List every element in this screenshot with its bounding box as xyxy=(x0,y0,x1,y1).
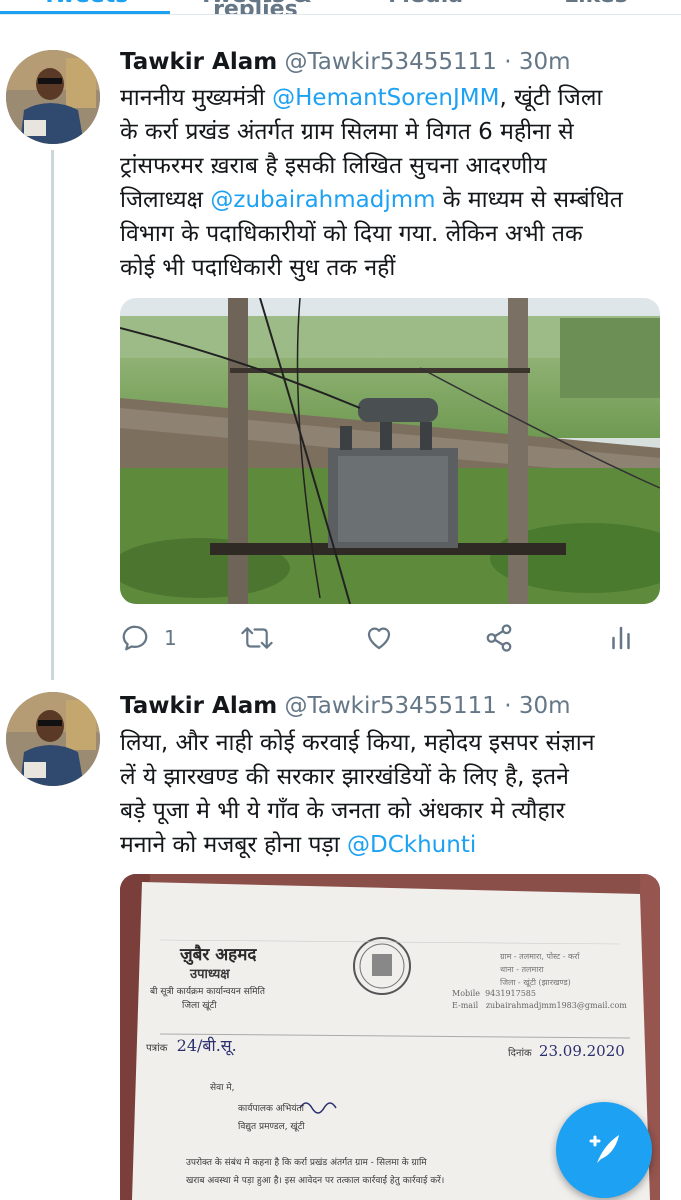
analytics-button[interactable] xyxy=(608,612,634,664)
retweet-icon xyxy=(240,623,274,653)
tab-tweets-and-replies[interactable]: Tweets & replies xyxy=(170,0,340,14)
tweet-line: ट्रांसफरमर ख़राब है इसकी लिखित सुचना आदर… xyxy=(120,153,547,179)
letter-sender-name: ज़ुबैर अहमद xyxy=(180,945,257,965)
tweet-time[interactable]: 30m xyxy=(519,49,571,75)
tweet-photo-transformer[interactable] xyxy=(120,298,660,604)
reply-count: 1 xyxy=(164,626,177,650)
avatar-photo xyxy=(6,50,100,144)
letter-ref: पत्रांक 24/बी.सू. xyxy=(146,1036,237,1055)
letter-address: ग्राम - तलमारा, पोस्ट - कर्रा थाना - तलम… xyxy=(500,952,580,987)
share-icon xyxy=(484,623,514,653)
letter-recipient: कार्यपालक अभियंता विद्युत प्रमण्डल, खूंट… xyxy=(238,1104,305,1132)
avatar-photo xyxy=(6,692,100,786)
letter-sender-district: जिला खूंटी xyxy=(182,1001,217,1011)
tweet-header: Tawkir Alam @Tawkir53455111 · 30m xyxy=(120,691,571,721)
tweet-line: लिया, और नाही कोई करवाई किया, महोदय इसपर… xyxy=(120,730,595,756)
compose-tweet-icon xyxy=(581,1125,627,1175)
letter-salutation: सेवा मे, xyxy=(210,1083,235,1093)
tweet-action-bar: 1 xyxy=(120,612,660,664)
dot-separator: · xyxy=(504,49,512,75)
profile-tabs: Tweets Tweets & replies Media Likes xyxy=(0,0,681,15)
author-name[interactable]: Tawkir Alam xyxy=(120,49,277,75)
mention-link[interactable]: @DCkhunti xyxy=(347,832,476,858)
tweet-line: बड़े पूजा मे भी ये गाँव के जनता को अंधका… xyxy=(120,798,566,824)
tab-media[interactable]: Media xyxy=(341,0,511,14)
tweet-text: लिया, और नाही कोई करवाई किया, महोदय इसपर… xyxy=(120,726,665,862)
tweet-line: लें ये झारखण्ड की सरकार झारखंडियों के लि… xyxy=(120,764,569,790)
thread-connector-line xyxy=(51,150,54,680)
author-handle[interactable]: @Tawkir53455111 xyxy=(285,49,497,75)
author-handle[interactable]: @Tawkir53455111 xyxy=(285,693,497,719)
tab-likes[interactable]: Likes xyxy=(511,0,681,14)
avatar[interactable] xyxy=(6,50,100,144)
retweet-button[interactable] xyxy=(240,612,274,664)
tweet-line: विभाग के पदाधिकारीयों को दिया गया. लेकिन… xyxy=(120,221,583,247)
analytics-icon xyxy=(608,623,634,653)
compose-tweet-button[interactable] xyxy=(556,1102,652,1198)
like-icon xyxy=(364,623,394,653)
like-button[interactable] xyxy=(364,612,394,664)
letter-contact: Mobile 9431917585 E-mail zubairahmadjmm1… xyxy=(452,989,627,1010)
tweet-header: Tawkir Alam @Tawkir53455111 · 30m xyxy=(120,47,571,77)
letter-sender-org: बी सूत्री कार्यक्रम कार्यान्वयन समिति xyxy=(150,987,266,997)
mention-link[interactable]: @zubairahmadjmm xyxy=(210,187,435,213)
share-button[interactable] xyxy=(484,612,514,664)
dot-separator: · xyxy=(504,693,512,719)
reply-button[interactable]: 1 xyxy=(120,612,177,664)
tweet-line: जिलाध्यक्ष @zubairahmadjmm के माध्यम से … xyxy=(120,187,623,213)
tweet-line: के कर्रा प्रखंड अंतर्गत ग्राम सिलमा मे व… xyxy=(120,119,574,145)
letter-date: दिनांक 23.09.2020 xyxy=(508,1042,625,1060)
reply-icon xyxy=(120,623,150,653)
tab-tweets[interactable]: Tweets xyxy=(0,0,171,14)
tweet-line: माननीय मुख्यमंत्री @HemantSorenJMM, खूंट… xyxy=(120,85,603,111)
tweet-text: माननीय मुख्यमंत्री @HemantSorenJMM, खूंट… xyxy=(120,81,665,285)
avatar[interactable] xyxy=(6,692,100,786)
author-name[interactable]: Tawkir Alam xyxy=(120,693,277,719)
tweet-line: कोई भी पदाधिकारी सुध तक नहीं xyxy=(120,255,396,281)
tweet-time[interactable]: 30m xyxy=(519,693,571,719)
transformer-photo xyxy=(120,298,660,604)
mention-link[interactable]: @HemantSorenJMM xyxy=(272,85,499,111)
letter-sender-title: उपाध्यक्ष xyxy=(190,967,230,982)
tweet-line: मनाने को मजबूर होना पड़ा @DCkhunti xyxy=(120,832,477,858)
